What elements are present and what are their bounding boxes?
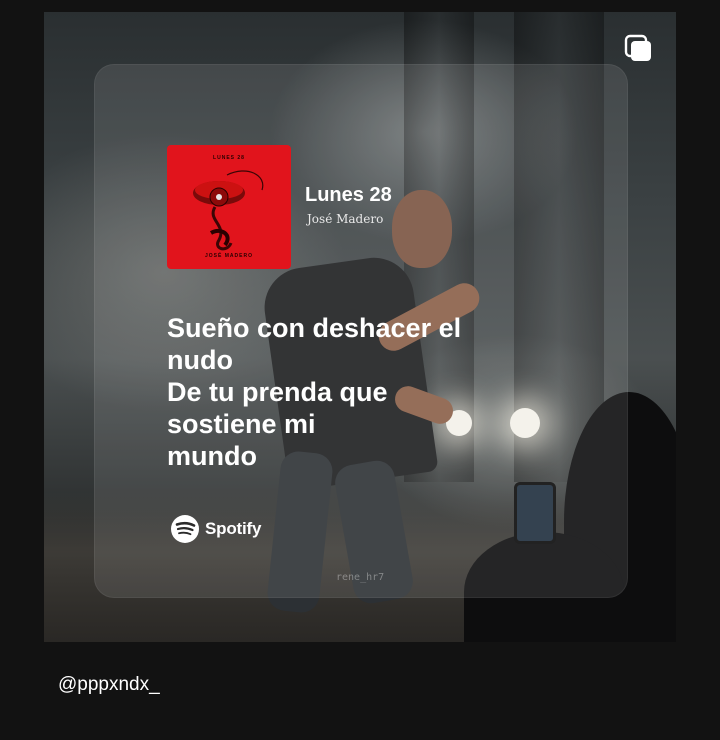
lyric-line: nudo bbox=[167, 345, 233, 375]
spotify-label: Spotify bbox=[205, 519, 262, 538]
spotify-icon bbox=[171, 515, 199, 543]
lyrics-block: Sueño con deshacer el nudo De tu prenda … bbox=[167, 312, 537, 472]
lyric-line: sostiene mi bbox=[167, 409, 316, 439]
album-cover-artist: JOSÉ MADERO bbox=[205, 253, 253, 259]
lyric-line: mundo bbox=[167, 441, 257, 471]
red-telephone-icon bbox=[193, 170, 264, 251]
spotify-link[interactable]: Spotify bbox=[170, 514, 261, 544]
track-title[interactable]: Lunes 28 bbox=[305, 184, 392, 207]
photo-watermark: rene_hr7 bbox=[336, 572, 385, 583]
username[interactable]: @pppxndx_ bbox=[58, 674, 160, 696]
lyric-line: Sueño con deshacer el bbox=[167, 313, 462, 343]
multiple-posts-icon bbox=[624, 34, 651, 61]
lyric-line: De tu prenda que bbox=[167, 377, 388, 407]
album-cover[interactable]: LUNES 28 JOSÉ MADERO bbox=[167, 145, 291, 269]
track-artist[interactable]: José Madero bbox=[307, 212, 383, 226]
